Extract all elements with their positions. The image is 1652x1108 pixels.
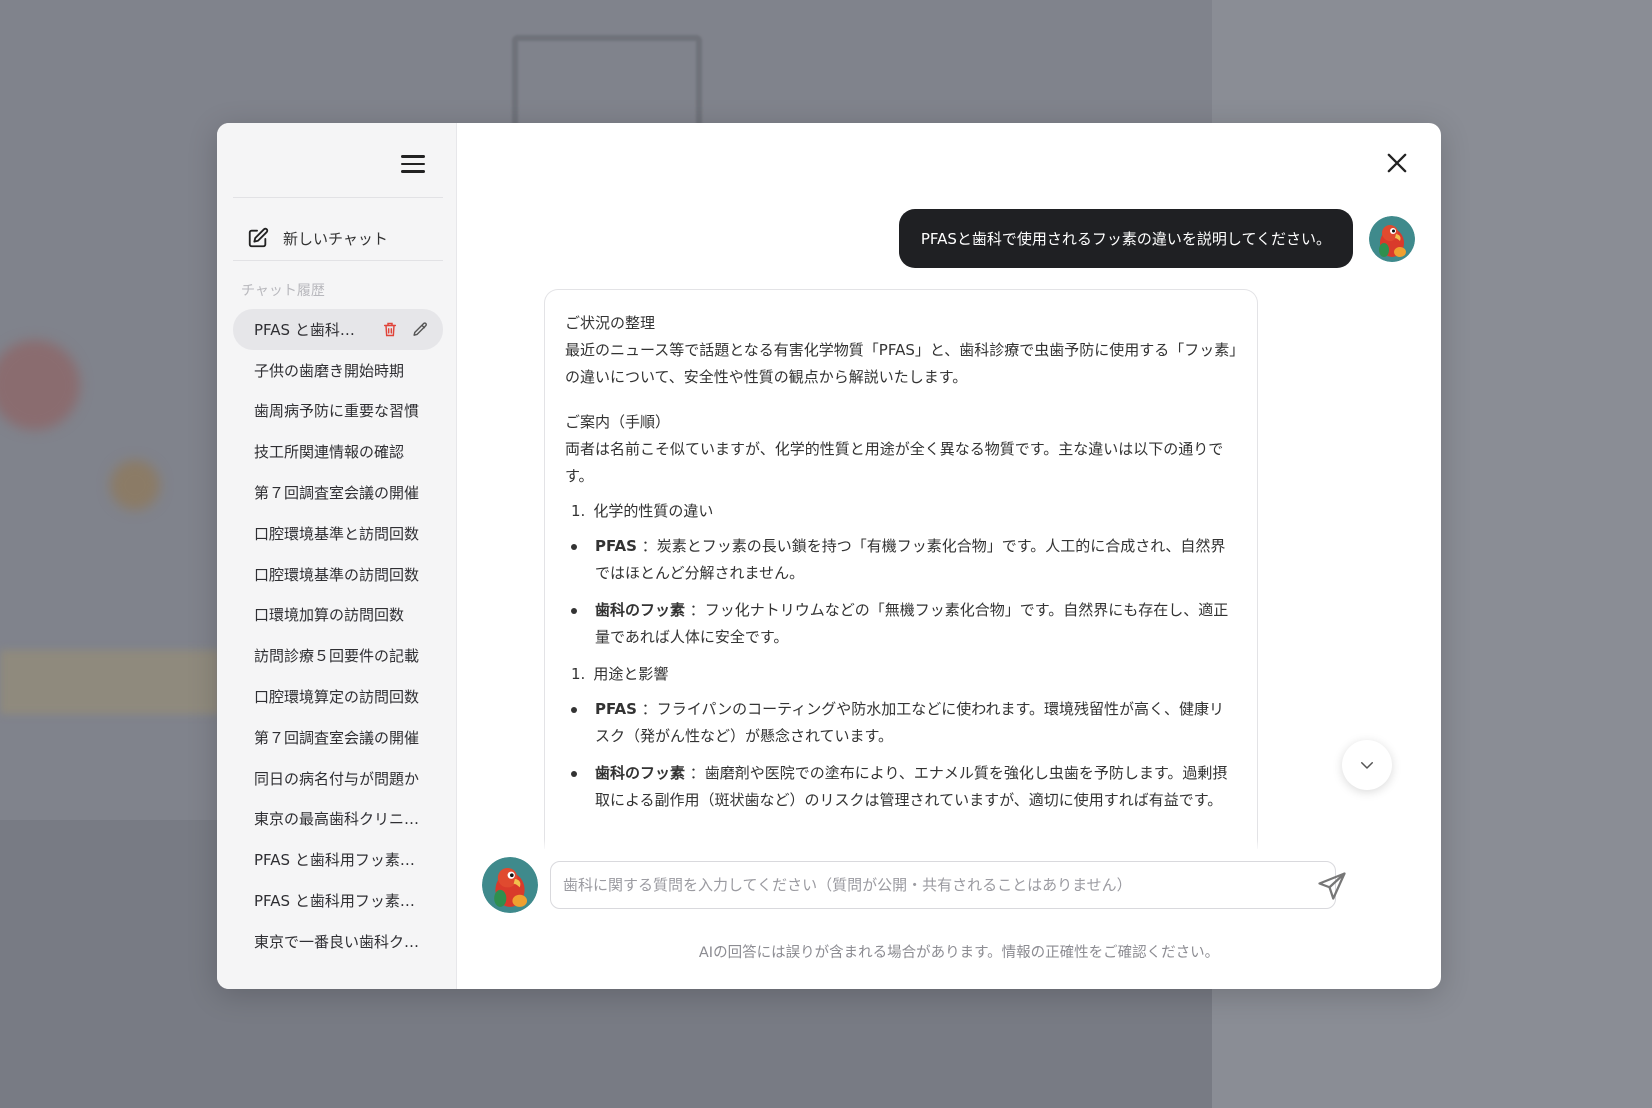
answer-ordered-item: 1. 用途と影響: [571, 661, 1237, 688]
answer-paragraph: 最近のニュース等で話題となる有害化学物質「PFAS」と、歯科診療で虫歯予防に使用…: [565, 341, 1237, 386]
bullet-term: PFAS: [595, 537, 637, 555]
history-item[interactable]: 同日の病名付与が問題か: [233, 758, 443, 799]
chat-history-list: PFAS と歯科用フッ素の違い 子供の歯磨き開始時期 歯周病予防に重要な習慣 技…: [233, 309, 443, 962]
history-item-label: 同日の病名付与が問題か: [254, 769, 420, 788]
history-item-label: 第７回調査室会議の開催: [254, 484, 420, 503]
history-item-label: PFAS と歯科用フッ素の違い: [254, 892, 422, 911]
list-title: 化学的性質の違い: [593, 502, 714, 520]
ai-disclaimer: AIの回答には誤りが含まれる場合があります。情報の正確性をご確認ください。: [698, 945, 1220, 961]
answer-paragraph: 両者は名前こそ似ていますが、化学的性質と用途が全く異なる物質です。主な違いは以下…: [565, 440, 1224, 485]
history-item-label: 子供の歯磨き開始時期: [254, 361, 405, 380]
answer-section-title: ご状況の整理: [565, 314, 656, 332]
history-item-label: 口環境加算の訪問回数: [254, 606, 405, 625]
bullet-text: ：フライパンのコーティングや防水加工などに使われます。環境残留性が高く、健康リス…: [595, 700, 1225, 745]
history-item[interactable]: 口環境加算の訪問回数: [233, 595, 443, 636]
bullet-term: PFAS: [595, 700, 637, 718]
scroll-down-button[interactable]: [1342, 740, 1392, 790]
history-item[interactable]: 技工所関連情報の確認: [233, 431, 443, 472]
answer-section-title: ご案内（手順）: [565, 413, 671, 431]
new-chat-button[interactable]: 新しいチャット: [233, 211, 443, 265]
history-item-label: PFAS と歯科用フッ素の違い: [254, 320, 359, 339]
pencil-icon[interactable]: [412, 321, 429, 338]
chat-sidebar: 新しいチャット チャット履歴 PFAS と歯科用フッ素の違い 子供の歯磨き開始時…: [217, 123, 457, 989]
history-item[interactable]: 口腔環境基準の訪問回数: [233, 554, 443, 595]
edit-icon: [248, 227, 269, 248]
history-item-active[interactable]: PFAS と歯科用フッ素の違い: [233, 309, 443, 350]
history-item[interactable]: 歯周病予防に重要な習慣: [233, 391, 443, 432]
history-item[interactable]: 第７回調査室会議の開催: [233, 717, 443, 758]
history-item[interactable]: PFAS と歯科用フッ素の違い: [233, 839, 443, 880]
chevron-down-icon: [1361, 762, 1373, 769]
list-number: 1.: [571, 665, 586, 683]
history-item-label: 第７回調査室会議の開催: [254, 728, 420, 747]
chat-history-title: チャット履歴: [241, 283, 325, 299]
history-item-label: 口腔環境基準と訪問回数: [254, 524, 420, 543]
history-item-label: 口腔環境基準の訪問回数: [254, 565, 420, 584]
answer-fade: [544, 839, 1258, 851]
bullet-term: 歯科のフッ素: [595, 601, 686, 619]
history-item-label: 口腔環境算定の訪問回数: [254, 688, 420, 707]
history-item[interactable]: 口腔環境算定の訪問回数: [233, 676, 443, 717]
answer-bullet: 歯科のフッ素 ：フッ化ナトリウムなどの「無機フッ素化合物」です。自然界にも存在し…: [571, 597, 1237, 651]
history-item[interactable]: PFAS と歯科用フッ素の違い: [233, 880, 443, 921]
user-message-bubble: PFASと歯科で使用されるフッ素の違いを説明してください。: [898, 209, 1353, 268]
new-chat-label: 新しいチャット: [283, 229, 388, 248]
list-number: 1.: [571, 502, 586, 520]
sidebar-divider: [233, 197, 443, 198]
background-avatar-blur: [110, 460, 160, 510]
background-banner-blur: [0, 650, 220, 714]
user-message-row: PFASと歯科で使用されるフッ素の違いを説明してください。: [898, 209, 1415, 268]
background-image-placeholder: [512, 35, 702, 125]
history-item-label: PFAS と歯科用フッ素の違い: [254, 851, 422, 870]
history-item[interactable]: 東京で一番良い歯科クリニック: [233, 921, 443, 962]
history-item[interactable]: 口腔環境基準と訪問回数: [233, 513, 443, 554]
bullet-text: ：フッ化ナトリウムなどの「無機フッ素化合物」です。自然界にも存在し、適正量であれ…: [595, 601, 1229, 646]
history-item[interactable]: 子供の歯磨き開始時期: [233, 350, 443, 391]
bullet-text: ：炭素とフッ素の長い鎖を持つ「有機フッ素化合物」です。人工的に合成され、自然界で…: [595, 537, 1226, 582]
answer-bullet: PFAS ：フライパンのコーティングや防水加工などに使われます。環境残留性が高く…: [571, 696, 1237, 750]
send-icon[interactable]: [1317, 871, 1347, 901]
history-item[interactable]: 第７回調査室会議の開催: [233, 472, 443, 513]
list-title: 用途と影響: [593, 665, 669, 683]
answer-bullet: 歯科のフッ素 ：歯磨剤や医院での塗布により、エナメル質を強化し虫歯を予防します。…: [571, 760, 1237, 814]
question-input[interactable]: [550, 861, 1336, 909]
history-item[interactable]: 訪問診療５回要件の記載: [233, 635, 443, 676]
answer-bullet: PFAS ：炭素とフッ素の長い鎖を持つ「有機フッ素化合物」です。人工的に合成され…: [571, 533, 1237, 587]
history-item[interactable]: 東京の最高歯科クリニック: [233, 799, 443, 840]
trash-icon[interactable]: [382, 321, 398, 338]
parrot-avatar-icon: [482, 857, 538, 913]
assistant-answer-card: ご状況の整理 最近のニュース等で話題となる有害化学物質「PFAS」と、歯科診療で…: [544, 289, 1258, 849]
history-item-label: 東京で一番良い歯科クリニック: [254, 932, 422, 951]
menu-icon[interactable]: [397, 149, 429, 179]
history-item-label: 訪問診療５回要件の記載: [254, 647, 420, 666]
history-item-label: 技工所関連情報の確認: [254, 443, 405, 462]
bullet-term: 歯科のフッ素: [595, 764, 686, 782]
sidebar-divider: [233, 260, 443, 261]
answer-ordered-item: 1. 化学的性質の違い: [571, 498, 1237, 525]
bullet-text: ：歯磨剤や医院での塗布により、エナメル質を強化し虫歯を予防します。過剰摂取による…: [595, 764, 1228, 809]
history-item-label: 歯周病予防に重要な習慣: [254, 402, 420, 421]
history-item-label: 東京の最高歯科クリニック: [254, 810, 422, 829]
chat-modal: 新しいチャット チャット履歴 PFAS と歯科用フッ素の違い 子供の歯磨き開始時…: [217, 123, 1441, 989]
chat-main: PFASと歯科で使用されるフッ素の違いを説明してください。 ご状況の整理 最近の…: [457, 123, 1441, 989]
composer-row: [482, 857, 1336, 913]
parrot-avatar-icon: [1369, 215, 1415, 262]
close-icon[interactable]: [1383, 149, 1411, 177]
